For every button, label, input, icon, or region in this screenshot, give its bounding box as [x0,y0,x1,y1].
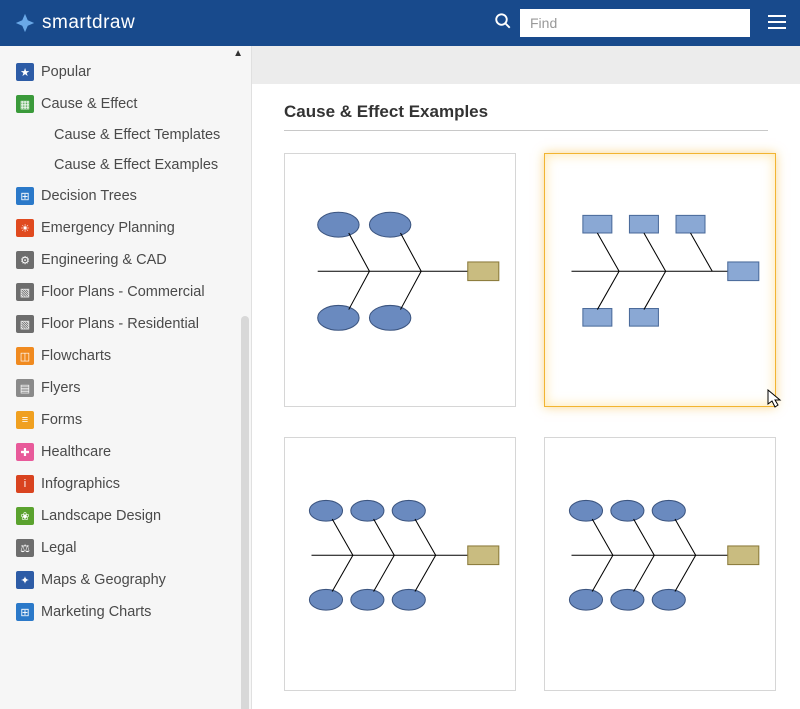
plan-icon: ▧ [16,315,34,333]
gear-icon: ⚙ [16,251,34,269]
sidebar-item-label: Marketing Charts [41,604,151,620]
sidebar-item-healthcare[interactable]: ✚ Healthcare [0,436,251,468]
smartdraw-logo-icon [14,12,36,34]
scrollbar-track[interactable] [241,316,249,709]
sidebar-item-popular[interactable]: ★ Popular [0,56,251,88]
sidebar-list: ★ Popular ▦ Cause & Effect Cause & Effect Te… [0,46,251,628]
sidebar-item-label: Cause & Effect [41,96,137,112]
sidebar-item-label: Floor Plans - Residential [41,316,199,332]
category-sidebar: ▲ ★ Popular ▦ Cause & Effect Cause & Effect … [0,46,252,709]
sidebar-item-label: Popular [41,64,91,80]
sidebar-item-label: Legal [41,540,76,556]
sidebar-item-flyers[interactable]: ▤ Flyers [0,372,251,404]
content-topbar [252,46,800,84]
star-icon: ★ [16,63,34,81]
sidebar-item-label: Emergency Planning [41,220,175,236]
sidebar-item-floor-plans-commercial[interactable]: ▧ Floor Plans - Commercial [0,276,251,308]
plus-icon: ✚ [16,443,34,461]
sidebar-item-infographics[interactable]: i Infographics [0,468,251,500]
sidebar-item-label: Decision Trees [41,188,137,204]
brand-logo: smartdraw [14,12,135,34]
chart-icon: ⊞ [16,603,34,621]
section-title: Cause & Effect Examples [284,102,768,131]
sidebar-item-emergency-planning[interactable]: ☀ Emergency Planning [0,212,251,244]
flow-icon: ◫ [16,347,34,365]
search-group [494,9,750,37]
sidebar-item-label: Landscape Design [41,508,161,524]
template-thumbnail [557,204,764,355]
sidebar-item-maps-geography[interactable]: ✦ Maps & Geography [0,564,251,596]
sidebar-item-floor-plans-residential[interactable]: ▧ Floor Plans - Residential [0,308,251,340]
form-icon: ≡ [16,411,34,429]
template-card[interactable] [284,437,516,691]
search-input[interactable] [520,9,750,37]
sidebar-item-label: Forms [41,412,82,428]
main-area: ▲ ★ Popular ▦ Cause & Effect Cause & Effect … [0,46,800,709]
sidebar-item-label: Healthcare [41,444,111,460]
grid-icon: ▦ [16,95,34,113]
tree-icon: ⊞ [16,187,34,205]
template-card[interactable] [284,153,516,407]
template-thumbnail [297,204,504,355]
sidebar-item-legal[interactable]: ⚖ Legal [0,532,251,564]
sidebar-item-label: Cause & Effect Examples [54,157,218,173]
info-icon: i [16,475,34,493]
sidebar-item-cause-effect[interactable]: ▦ Cause & Effect [0,88,251,120]
sidebar-item-label: Infographics [41,476,120,492]
leaf-icon: ❀ [16,507,34,525]
search-icon[interactable] [494,12,512,35]
sidebar-item-engineering-cad[interactable]: ⚙ Engineering & CAD [0,244,251,276]
hamburger-menu-button[interactable] [768,13,786,34]
app-header: smartdraw [0,0,800,46]
template-thumbnail [557,488,764,639]
plan-icon: ▧ [16,283,34,301]
template-thumbnail [297,488,504,639]
cursor-icon [767,389,783,414]
sidebar-item-label: Flyers [41,380,80,396]
sidebar-item-flowcharts[interactable]: ◫ Flowcharts [0,340,251,372]
doc-icon: ▤ [16,379,34,397]
sidebar-item-marketing-charts[interactable]: ⊞ Marketing Charts [0,596,251,628]
brand-text: smartdraw [42,12,135,34]
sidebar-item-label: Maps & Geography [41,572,166,588]
sidebar-item-cause-effect-examples[interactable]: Cause & Effect Examples [0,150,251,180]
map-icon: ✦ [16,571,34,589]
sidebar-item-label: Floor Plans - Commercial [41,284,205,300]
sidebar-item-decision-trees[interactable]: ⊞ Decision Trees [0,180,251,212]
sidebar-item-label: Engineering & CAD [41,252,167,268]
sidebar-item-forms[interactable]: ≡ Forms [0,404,251,436]
sidebar-item-label: Flowcharts [41,348,111,364]
template-card[interactable] [544,153,776,407]
alert-icon: ☀ [16,219,34,237]
template-grid [284,153,768,691]
content-pane: Cause & Effect Examples [252,46,800,709]
scale-icon: ⚖ [16,539,34,557]
scroll-up-icon[interactable]: ▲ [233,48,243,59]
sidebar-item-landscape-design[interactable]: ❀ Landscape Design [0,500,251,532]
sidebar-item-label: Cause & Effect Templates [54,127,220,143]
template-card[interactable] [544,437,776,691]
sidebar-item-cause-effect-templates[interactable]: Cause & Effect Templates [0,120,251,150]
